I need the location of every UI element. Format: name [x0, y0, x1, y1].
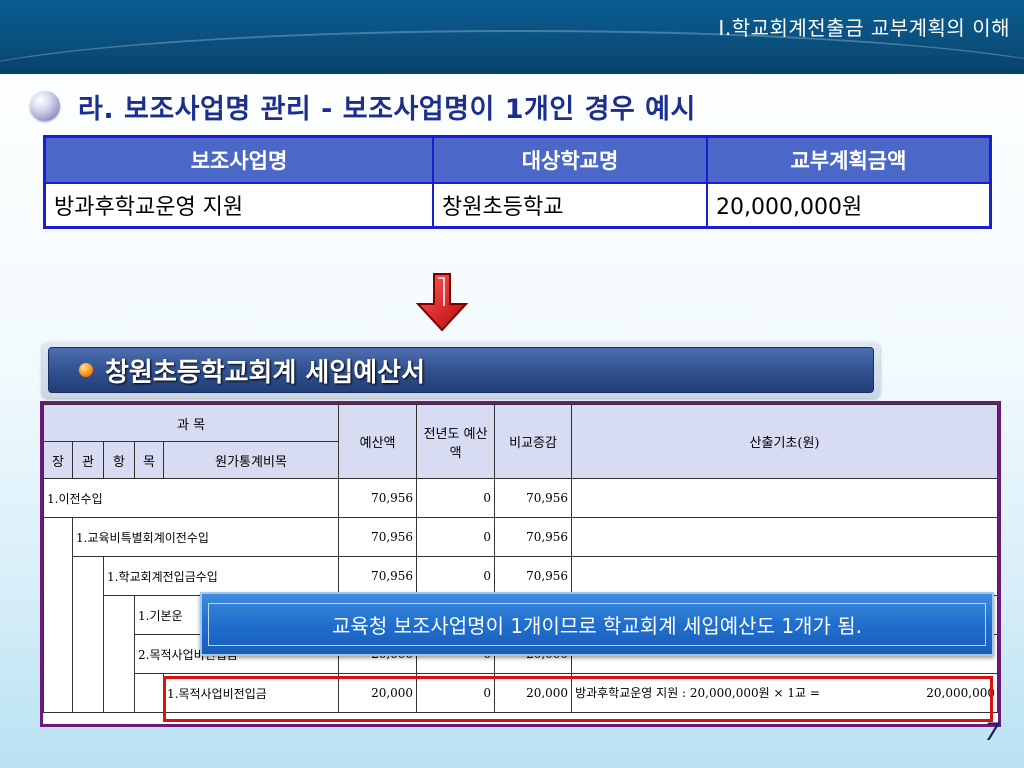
table-row: 1.교육비특별회계이전수입 70,956 0 70,956 [43, 517, 998, 713]
header-basis: 산출기초(원) [571, 404, 998, 479]
slide-subtitle: 라. 보조사업명 관리 - 보조사업명이 1개인 경우 예시 [78, 93, 696, 125]
slide-header: Ⅰ.학교회계전출금 교부계획의 이해 [0, 0, 1024, 74]
table-row: 1.이전수입 70,956 0 70,956 [43, 478, 998, 518]
page-number: 7 [984, 718, 1000, 746]
header-stat: 원가통계비목 [162, 441, 340, 479]
row-budget: 70,956 [338, 517, 418, 557]
header-gwan: 관 [72, 441, 104, 479]
row-name: 1.학교회계전입금수입 [102, 556, 340, 596]
row-name: 1.교육비특별회계이전수입 [71, 517, 340, 557]
header-project-name: 보조사업명 [43, 135, 434, 184]
indent-cell [103, 595, 135, 713]
row-diff: 70,956 [494, 517, 573, 557]
indent-cell [72, 556, 104, 713]
header-jang: 장 [43, 441, 73, 479]
summary-header-row: 보조사업명 대상학교명 교부계획금액 [43, 135, 992, 184]
section-header-inner: 창원초등학교회계 세입예산서 [48, 347, 874, 393]
budget-header-row-1: 과 목 예산액 전년도 예산액 비교증감 산출기초(원) [43, 404, 998, 479]
row-budget: 70,956 [338, 556, 418, 596]
cell-project-name: 방과후학교운영 지원 [43, 182, 434, 229]
orange-bullet-icon [79, 363, 93, 377]
header-mok: 목 [134, 441, 164, 479]
table-row: 1.학교회계전입금수입 70,956 0 70,956 [44, 556, 998, 713]
callout-box: 교육청 보조사업명이 1개이므로 학교회계 세입예산도 1개가 됨. [200, 592, 994, 656]
header-diff: 비교증감 [494, 404, 573, 479]
row-diff: 70,956 [494, 556, 573, 596]
highlight-box [163, 676, 993, 722]
cell-amount: 20,000,000원 [706, 182, 992, 229]
sphere-bullet-icon [30, 91, 60, 121]
row-prev: 0 [416, 478, 496, 518]
row-name: 1.이전수입 [43, 478, 340, 518]
row-basis [571, 478, 998, 518]
row-diff: 70,956 [494, 478, 573, 518]
section-header: 창원초등학교회계 세입예산서 [42, 342, 880, 398]
budget-table: 과 목 예산액 전년도 예산액 비교증감 산출기초(원) 장 관 항 목 원가통… [43, 404, 998, 713]
row-prev: 0 [416, 517, 496, 557]
indent-cell [134, 673, 164, 713]
row-basis [571, 517, 998, 557]
header-budget: 예산액 [338, 404, 418, 479]
callout-text: 교육청 보조사업명이 1개이므로 학교회계 세입예산도 1개가 됨. [208, 602, 986, 646]
summary-table: 보조사업명 대상학교명 교부계획금액 방과후학교운영 지원 창원초등학교 20,… [43, 135, 992, 229]
down-arrow-icon [415, 273, 469, 332]
header-amount: 교부계획금액 [706, 135, 992, 184]
subtitle-row: 라. 보조사업명 관리 - 보조사업명이 1개인 경우 예시 [30, 86, 696, 126]
header-prev-budget: 전년도 예산액 [416, 404, 496, 479]
header-school-name: 대상학교명 [432, 135, 708, 184]
header-subject: 과 목 [43, 404, 340, 442]
row-basis [571, 556, 998, 596]
row-budget: 70,956 [338, 478, 418, 518]
indent-cell [43, 517, 73, 713]
summary-data-row: 방과후학교운영 지원 창원초등학교 20,000,000원 [43, 182, 992, 229]
row-prev: 0 [416, 556, 496, 596]
header-title: Ⅰ.학교회계전출금 교부계획의 이해 [718, 16, 1010, 40]
section-label: 창원초등학교회계 세입예산서 [105, 357, 426, 388]
cell-school-name: 창원초등학교 [432, 182, 708, 229]
header-hang: 항 [103, 441, 135, 479]
